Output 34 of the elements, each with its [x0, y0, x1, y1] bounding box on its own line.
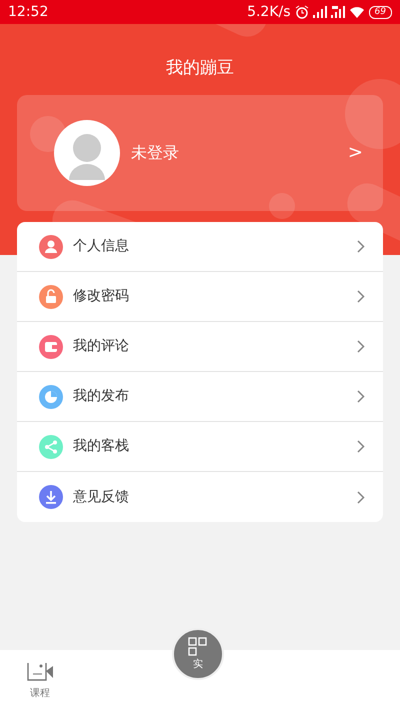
menu-item[interactable]: 意见反馈 [17, 472, 383, 522]
menu-item[interactable]: 我的发布 [17, 372, 383, 422]
menu-item[interactable]: 修改密码 [17, 272, 383, 322]
chevron-icon [357, 340, 365, 353]
chevron-icon: > [348, 139, 363, 166]
center-button[interactable]: 实 [172, 628, 224, 680]
clock-text: 12:52 [8, 2, 48, 22]
nav-tab[interactable]: 课程 [0, 650, 80, 711]
menu-label: 我的客栈 [73, 437, 129, 456]
chevron-icon [357, 240, 365, 253]
wifi-icon [348, 6, 365, 18]
chevron-icon [357, 440, 365, 453]
hd-signal-icon [330, 6, 345, 18]
profile-name: 未登录 [131, 142, 179, 164]
battery-icon: 69 [368, 6, 392, 18]
chevron-icon [357, 390, 365, 403]
chevron-icon [357, 290, 365, 303]
page-title: 我的蹦豆 [165, 57, 235, 80]
menu-label: 修改密码 [73, 287, 129, 306]
video-camera-icon [26, 660, 54, 682]
avatar-icon [54, 120, 120, 186]
menu-item[interactable]: 我的评论 [17, 322, 383, 372]
menu-label: 我的评论 [73, 337, 129, 356]
menu-label: 个人信息 [73, 237, 129, 256]
network-speed-text: 5.2K/s [247, 2, 291, 22]
menu-item[interactable]: 我的客栈 [17, 422, 383, 472]
chevron-icon [357, 490, 365, 504]
menu-label: 我的发布 [73, 387, 129, 406]
nav-label: 课程 [30, 687, 50, 701]
menu-item[interactable]: 个人信息 [17, 222, 383, 272]
alarm-icon [294, 5, 309, 19]
menu-label: 意见反馈 [73, 488, 129, 506]
grid-icon [188, 636, 208, 656]
signal-icon [312, 6, 327, 18]
